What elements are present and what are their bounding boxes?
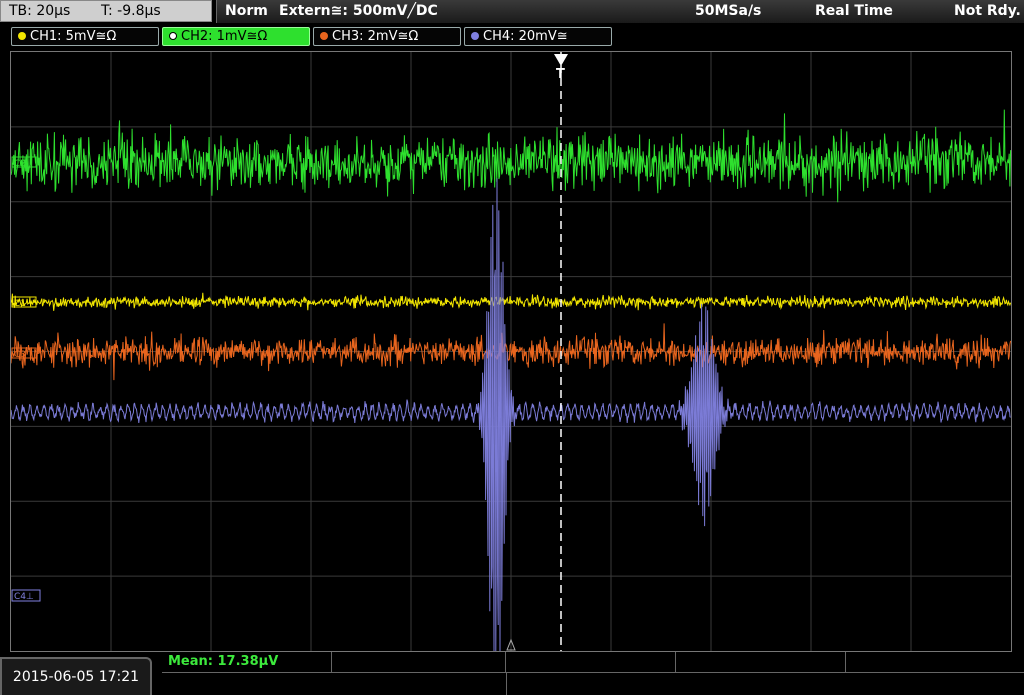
trigger-source-label: Extern≅: 500mV╱DC	[279, 3, 438, 19]
measurement-cell[interactable]	[676, 652, 846, 673]
top-status-bar: TB: 20µs T: -9.8µs Norm Extern≅: 500mV╱D…	[0, 0, 1024, 24]
measurement-cell[interactable]	[332, 652, 506, 673]
measurement-cell[interactable]	[506, 652, 676, 673]
channel-tab-ch2[interactable]: CH2: 1mV≅Ω	[162, 27, 310, 46]
acquisition-status-strip[interactable]: Norm Extern≅: 500mV╱DC 50MSa/s Real Time…	[216, 0, 1024, 23]
waveform-display[interactable]: T C2 C1 C3 C4⊥	[10, 51, 1012, 652]
mean-measurement-label: Mean: 17.38µV	[168, 654, 279, 669]
measurement-table[interactable]: Mean: 17.38µV	[162, 652, 1024, 695]
channel-tab-ch4[interactable]: CH4: 20mV≅	[464, 27, 612, 46]
sample-rate-label: 50MSa/s	[695, 3, 762, 19]
acquisition-mode-label: Real Time	[815, 3, 893, 19]
waveform-canvas: T C2 C1 C3 C4⊥	[11, 52, 1011, 651]
channel-tab-label: CH3: 2mV≅Ω	[332, 29, 419, 44]
channel-tab-label: CH1: 5mV≅Ω	[30, 29, 117, 44]
channel-tabs-row: CH1: 5mV≅Ω CH2: 1mV≅Ω CH3: 2mV≅Ω CH4: 20…	[0, 25, 1024, 48]
measurement-cell[interactable]: Mean: 17.38µV	[162, 652, 332, 673]
ch1-marker-label: C1	[14, 299, 26, 309]
timebase-box[interactable]: TB: 20µs T: -9.8µs	[0, 0, 212, 22]
ch2-reference-marker: C2	[11, 156, 37, 169]
trigger-time-label: T: -9.8µs	[101, 3, 161, 19]
trigger-position-arrow-icon	[554, 54, 568, 66]
date-time-box: 2015-06-05 17:21	[0, 657, 152, 695]
run-state-label: Not Rdy.	[954, 3, 1021, 19]
ch3-color-dot	[320, 32, 328, 40]
ch2-marker-label: C2	[14, 159, 26, 169]
ch4-color-dot	[471, 32, 479, 40]
table-divider	[506, 673, 507, 695]
measurement-cell[interactable]	[846, 652, 1024, 673]
channel-tab-label: CH4: 20mV≅	[483, 29, 568, 44]
channel-tab-label: CH2: 1mV≅Ω	[181, 29, 268, 44]
channel-tab-ch3[interactable]: CH3: 2mV≅Ω	[313, 27, 461, 46]
ch3-marker-label: C3	[14, 350, 26, 360]
trigger-marker-label: T	[556, 67, 565, 82]
trigger-mode-label: Norm	[225, 3, 268, 19]
ch1-color-dot	[18, 32, 26, 40]
ch4-marker-label: C4⊥	[14, 592, 34, 602]
channel-tab-ch1[interactable]: CH1: 5mV≅Ω	[11, 27, 159, 46]
ch2-color-dot	[169, 32, 177, 40]
timebase-label: TB: 20µs	[9, 3, 71, 19]
ch4-reference-marker: C4⊥	[11, 589, 41, 602]
date-time-label: 2015-06-05 17:21	[12, 669, 140, 685]
